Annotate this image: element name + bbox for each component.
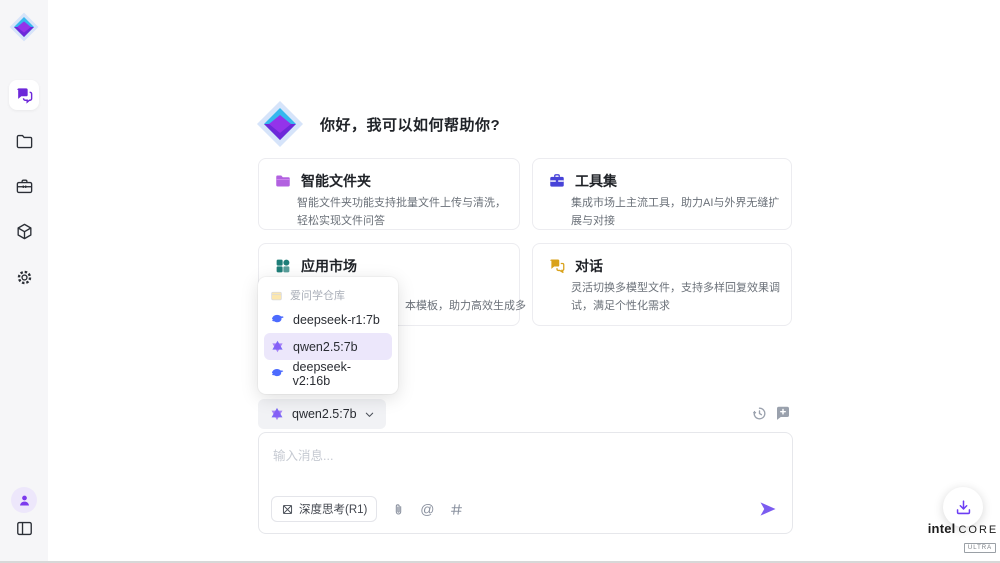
new-chat-icon <box>774 404 792 422</box>
model-selector-button[interactable]: qwen2.5:7b <box>258 399 386 429</box>
card-conversation[interactable]: 对话 灵活切换多模型文件，支持多样回复效果调试，满足个性化需求 <box>532 243 792 326</box>
card-toolset[interactable]: 工具集 集成市场上主流工具，助力AI与外界无缝扩展与对接 <box>532 158 792 230</box>
model-option-deepseek-v2[interactable]: deepseek-v2:16b <box>264 360 392 387</box>
attach-button[interactable] <box>390 501 406 517</box>
sidebar-item-toolbox[interactable] <box>9 171 39 201</box>
card-description: 智能文件夹功能支持批量文件上传与清洗，轻松实现文件问答 <box>297 194 511 230</box>
input-toolbar: 深度思考(R1) @ <box>271 495 778 523</box>
intel-core-badge: intel core ultra <box>928 521 998 554</box>
chevron-down-icon <box>364 409 375 420</box>
qwen-icon <box>270 339 285 354</box>
message-input[interactable] <box>273 445 773 489</box>
paperclip-icon <box>391 502 406 517</box>
sidebar <box>0 0 48 561</box>
apps-icon <box>274 257 292 275</box>
sidebar-item-folders[interactable] <box>9 126 39 156</box>
folder-icon <box>15 132 34 151</box>
model-option-label: qwen2.5:7b <box>293 340 358 354</box>
core-logo-text: core <box>958 524 998 536</box>
model-repo-header: 爱问学仓库 <box>264 284 392 306</box>
model-dropdown: 爱问学仓库 deepseek-r1:7b qwen2.5:7b deepseek… <box>258 277 398 394</box>
deepseek-icon <box>270 312 285 327</box>
card-smart-folder[interactable]: 智能文件夹 智能文件夹功能支持批量文件上传与清洗，轻松实现文件问答 <box>258 158 520 230</box>
model-option-deepseek-r1[interactable]: deepseek-r1:7b <box>264 306 392 333</box>
download-icon <box>954 498 973 517</box>
chat-input-container: 深度思考(R1) @ <box>258 432 793 534</box>
new-chat-button[interactable] <box>774 404 792 422</box>
user-avatar[interactable] <box>11 487 37 513</box>
cube-icon <box>15 222 34 241</box>
card-description: 灵活切换多模型文件，支持多样回复效果调试，满足个性化需求 <box>571 279 783 315</box>
card-title: 应用市场 <box>301 256 357 276</box>
toolbox-icon <box>548 172 566 190</box>
mention-button[interactable]: @ <box>419 501 435 517</box>
send-button[interactable] <box>758 499 778 519</box>
briefcase-icon <box>15 177 34 196</box>
app-logo-icon <box>9 12 39 42</box>
selected-model-label: qwen2.5:7b <box>292 407 357 421</box>
model-option-label: deepseek-v2:16b <box>293 360 386 388</box>
send-icon <box>758 499 778 519</box>
model-option-qwen[interactable]: qwen2.5:7b <box>264 333 392 360</box>
at-icon: @ <box>420 502 434 516</box>
sidebar-collapse-toggle[interactable] <box>9 513 39 543</box>
card-title: 对话 <box>575 256 603 276</box>
greeting-title: 你好，我可以如何帮助你? <box>320 114 500 135</box>
ultra-badge: ultra <box>964 543 996 553</box>
chat-icon <box>15 86 34 105</box>
repo-icon <box>270 289 283 302</box>
user-icon <box>17 493 32 508</box>
card-description-partial: 本模板，助力高效生成多 <box>405 297 526 313</box>
panel-icon <box>15 519 34 538</box>
history-button[interactable] <box>751 405 768 422</box>
greeting-logo-icon <box>256 100 304 148</box>
deep-think-button[interactable]: 深度思考(R1) <box>271 496 377 522</box>
deep-think-label: 深度思考(R1) <box>299 501 367 517</box>
card-title: 工具集 <box>575 171 617 191</box>
intel-logo-text: intel <box>928 521 956 536</box>
sidebar-item-settings[interactable] <box>9 262 39 292</box>
model-option-label: deepseek-r1:7b <box>293 313 380 327</box>
model-repo-label: 爱问学仓库 <box>290 287 345 303</box>
deep-think-icon <box>281 503 294 516</box>
sidebar-item-models[interactable] <box>9 216 39 246</box>
gear-icon <box>15 268 34 287</box>
sidebar-item-chat[interactable] <box>9 80 39 110</box>
chat-bubbles-icon <box>548 257 566 275</box>
card-description: 集成市场上主流工具，助力AI与外界无缝扩展与对接 <box>571 194 783 230</box>
history-icon <box>751 405 768 422</box>
folder-icon <box>274 172 292 190</box>
deepseek-icon <box>270 366 285 381</box>
hash-icon <box>449 502 464 517</box>
prompt-tag-button[interactable] <box>448 501 464 517</box>
qwen-icon <box>269 406 285 422</box>
card-title: 智能文件夹 <box>301 171 371 191</box>
